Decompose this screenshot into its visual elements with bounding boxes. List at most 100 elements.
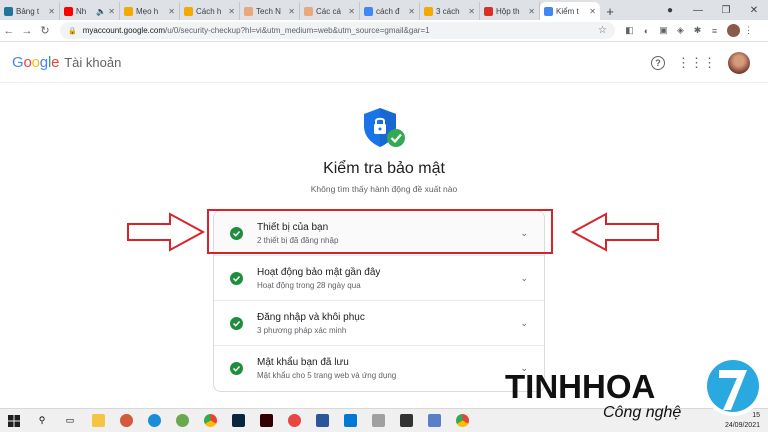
- browser-tab[interactable]: Mẹo h ✕: [120, 2, 180, 20]
- close-tab-icon[interactable]: ✕: [408, 7, 415, 16]
- chrome-icon[interactable]: [452, 411, 472, 431]
- close-tab-icon[interactable]: ✕: [528, 7, 535, 16]
- lock-icon[interactable]: 🔒: [68, 27, 77, 35]
- tab-title: Cách h: [196, 6, 222, 16]
- task-view-icon[interactable]: ▭: [60, 411, 80, 431]
- checkup-item-signin-recovery[interactable]: Đăng nhập và khôi phục 3 phương pháp xác…: [214, 301, 544, 346]
- site-icon: [184, 6, 193, 16]
- right-arrow-icon: [127, 212, 206, 252]
- checkup-item-title: Đăng nhập và khôi phục: [257, 311, 365, 323]
- chevron-down-icon[interactable]: ⌄: [520, 273, 528, 284]
- security-shield-icon: [364, 108, 405, 147]
- menu-dots-icon[interactable]: ⋮: [740, 25, 757, 36]
- check-circle-icon: [230, 316, 243, 330]
- browser-tab[interactable]: Bảng t ✕: [0, 2, 60, 20]
- close-window-icon[interactable]: ✕: [740, 5, 768, 16]
- checkup-item-text: Mật khẩu bạn đã lưu Mật khẩu cho 5 trang…: [257, 357, 396, 380]
- checkup-item-activity[interactable]: Hoạt động bảo mật gần đây Hoạt động tron…: [214, 256, 544, 301]
- checkup-item-detail: 3 phương pháp xác minh: [257, 325, 347, 335]
- highlight-box: [207, 209, 553, 254]
- watermark-subtitle: Công nghệ: [603, 404, 682, 421]
- checkup-item-text: Hoạt động bảo mật gần đây Hoạt động tron…: [257, 267, 380, 290]
- avatar[interactable]: [728, 52, 750, 74]
- checkup-item-detail: Mật khẩu cho 5 trang web và ứng dụng: [257, 371, 397, 380]
- vscode-icon[interactable]: [340, 411, 360, 431]
- reload-icon[interactable]: ↻: [36, 24, 54, 37]
- tab-title: Mẹo h: [136, 6, 159, 16]
- watermark-badge-icon: [703, 356, 763, 416]
- window-controls: ● — ❐ ✕: [656, 0, 768, 20]
- google-logo[interactable]: Google: [12, 54, 59, 71]
- chrome-icon[interactable]: [200, 411, 220, 431]
- profile-avatar[interactable]: [727, 24, 740, 37]
- address-bar[interactable]: 🔒 myaccount.google.com/u/0/security-chec…: [60, 22, 615, 39]
- app-icon[interactable]: [284, 411, 304, 431]
- word-icon[interactable]: [312, 411, 332, 431]
- browser-tab[interactable]: Nh 🔈 ✕: [60, 2, 120, 20]
- site-icon: [304, 6, 313, 16]
- header-icons: ? ⋮⋮⋮: [651, 52, 750, 74]
- apps-grid-icon[interactable]: ⋮⋮⋮: [677, 56, 716, 69]
- browser-tab[interactable]: Kiểm t ✕: [540, 2, 600, 20]
- account-label: Tài khoản: [64, 55, 122, 70]
- close-tab-icon[interactable]: ✕: [348, 7, 355, 16]
- search-icon[interactable]: ⚲: [32, 411, 52, 431]
- playlist-icon[interactable]: ≡: [706, 26, 723, 36]
- site-icon: [124, 6, 133, 16]
- close-tab-icon[interactable]: ✕: [48, 7, 55, 16]
- close-tab-icon[interactable]: ✕: [288, 7, 295, 16]
- browser-tab[interactable]: Hộp th ✕: [480, 2, 540, 20]
- speaker-icon[interactable]: 🔈: [96, 7, 106, 16]
- watermark-logo: TINHHOA Công nghệ: [505, 348, 768, 432]
- app-icon[interactable]: [172, 411, 192, 431]
- checkup-item-passwords[interactable]: Mật khẩu bạn đã lưu Mật khẩu cho 5 trang…: [214, 346, 544, 391]
- url-text: myaccount.google.com/u/0/security-checku…: [83, 26, 598, 35]
- browser-tab[interactable]: cách đ ✕: [360, 2, 420, 20]
- google-icon: [364, 6, 373, 16]
- tab-strip: Bảng t ✕ Nh 🔈 ✕ Mẹo h ✕ Cách h ✕ Tech N ✕ Các cá ✕ cá…: [0, 0, 600, 20]
- logo-letter: o: [23, 54, 32, 71]
- browser-tab[interactable]: Các cá ✕: [300, 2, 360, 20]
- extension-icon[interactable]: ◈: [672, 25, 689, 36]
- maximize-icon[interactable]: ❐: [712, 5, 740, 16]
- back-icon[interactable]: ←: [0, 25, 18, 37]
- illustrator-icon[interactable]: [256, 411, 276, 431]
- app-icon[interactable]: [396, 411, 416, 431]
- tab-title: 3 cách: [436, 6, 460, 16]
- chevron-down-icon[interactable]: ⌄: [520, 318, 528, 329]
- left-arrow-icon: [570, 212, 659, 252]
- minimize-icon[interactable]: —: [684, 5, 712, 16]
- help-icon[interactable]: ?: [651, 56, 665, 70]
- extension-icon[interactable]: ◐: [638, 26, 655, 36]
- page-title: Kiểm tra bảo mật: [323, 160, 445, 177]
- photoshop-icon[interactable]: [228, 411, 248, 431]
- close-tab-icon[interactable]: ✕: [168, 7, 175, 16]
- close-tab-icon[interactable]: ✕: [589, 7, 596, 16]
- logo-letter: o: [31, 54, 40, 71]
- browser-tab[interactable]: Cách h ✕: [180, 2, 240, 20]
- profile-menu-icon[interactable]: ●: [656, 5, 684, 16]
- browser-tab[interactable]: 3 cách ✕: [420, 2, 480, 20]
- close-tab-icon[interactable]: ✕: [228, 7, 235, 16]
- edge-icon[interactable]: [144, 411, 164, 431]
- google-icon: [544, 6, 553, 16]
- bookmark-star-icon[interactable]: ☆: [598, 25, 607, 36]
- close-tab-icon[interactable]: ✕: [468, 7, 475, 16]
- browser-toolbar: ← → ↻ 🔒 myaccount.google.com/u/0/securit…: [0, 20, 768, 42]
- windows-start-icon[interactable]: [4, 411, 24, 431]
- app-icon[interactable]: [424, 411, 444, 431]
- site-icon: [424, 6, 433, 16]
- app-icon[interactable]: [368, 411, 388, 431]
- tab-title: Các cá: [316, 6, 341, 16]
- extension-icon[interactable]: ▣: [655, 25, 672, 36]
- extensions-area: ◧ ◐ ▣ ◈ ✱ ≡ ⋮: [621, 24, 757, 37]
- extension-icon[interactable]: ◧: [621, 25, 638, 36]
- browser-tab[interactable]: Tech N ✕: [240, 2, 300, 20]
- app-icon[interactable]: [116, 411, 136, 431]
- new-tab-button[interactable]: +: [600, 2, 620, 20]
- puzzle-icon[interactable]: ✱: [689, 25, 706, 36]
- file-explorer-icon[interactable]: [88, 411, 108, 431]
- forward-icon[interactable]: →: [18, 25, 36, 37]
- wordpress-icon: [4, 6, 13, 16]
- close-tab-icon[interactable]: ✕: [108, 7, 115, 16]
